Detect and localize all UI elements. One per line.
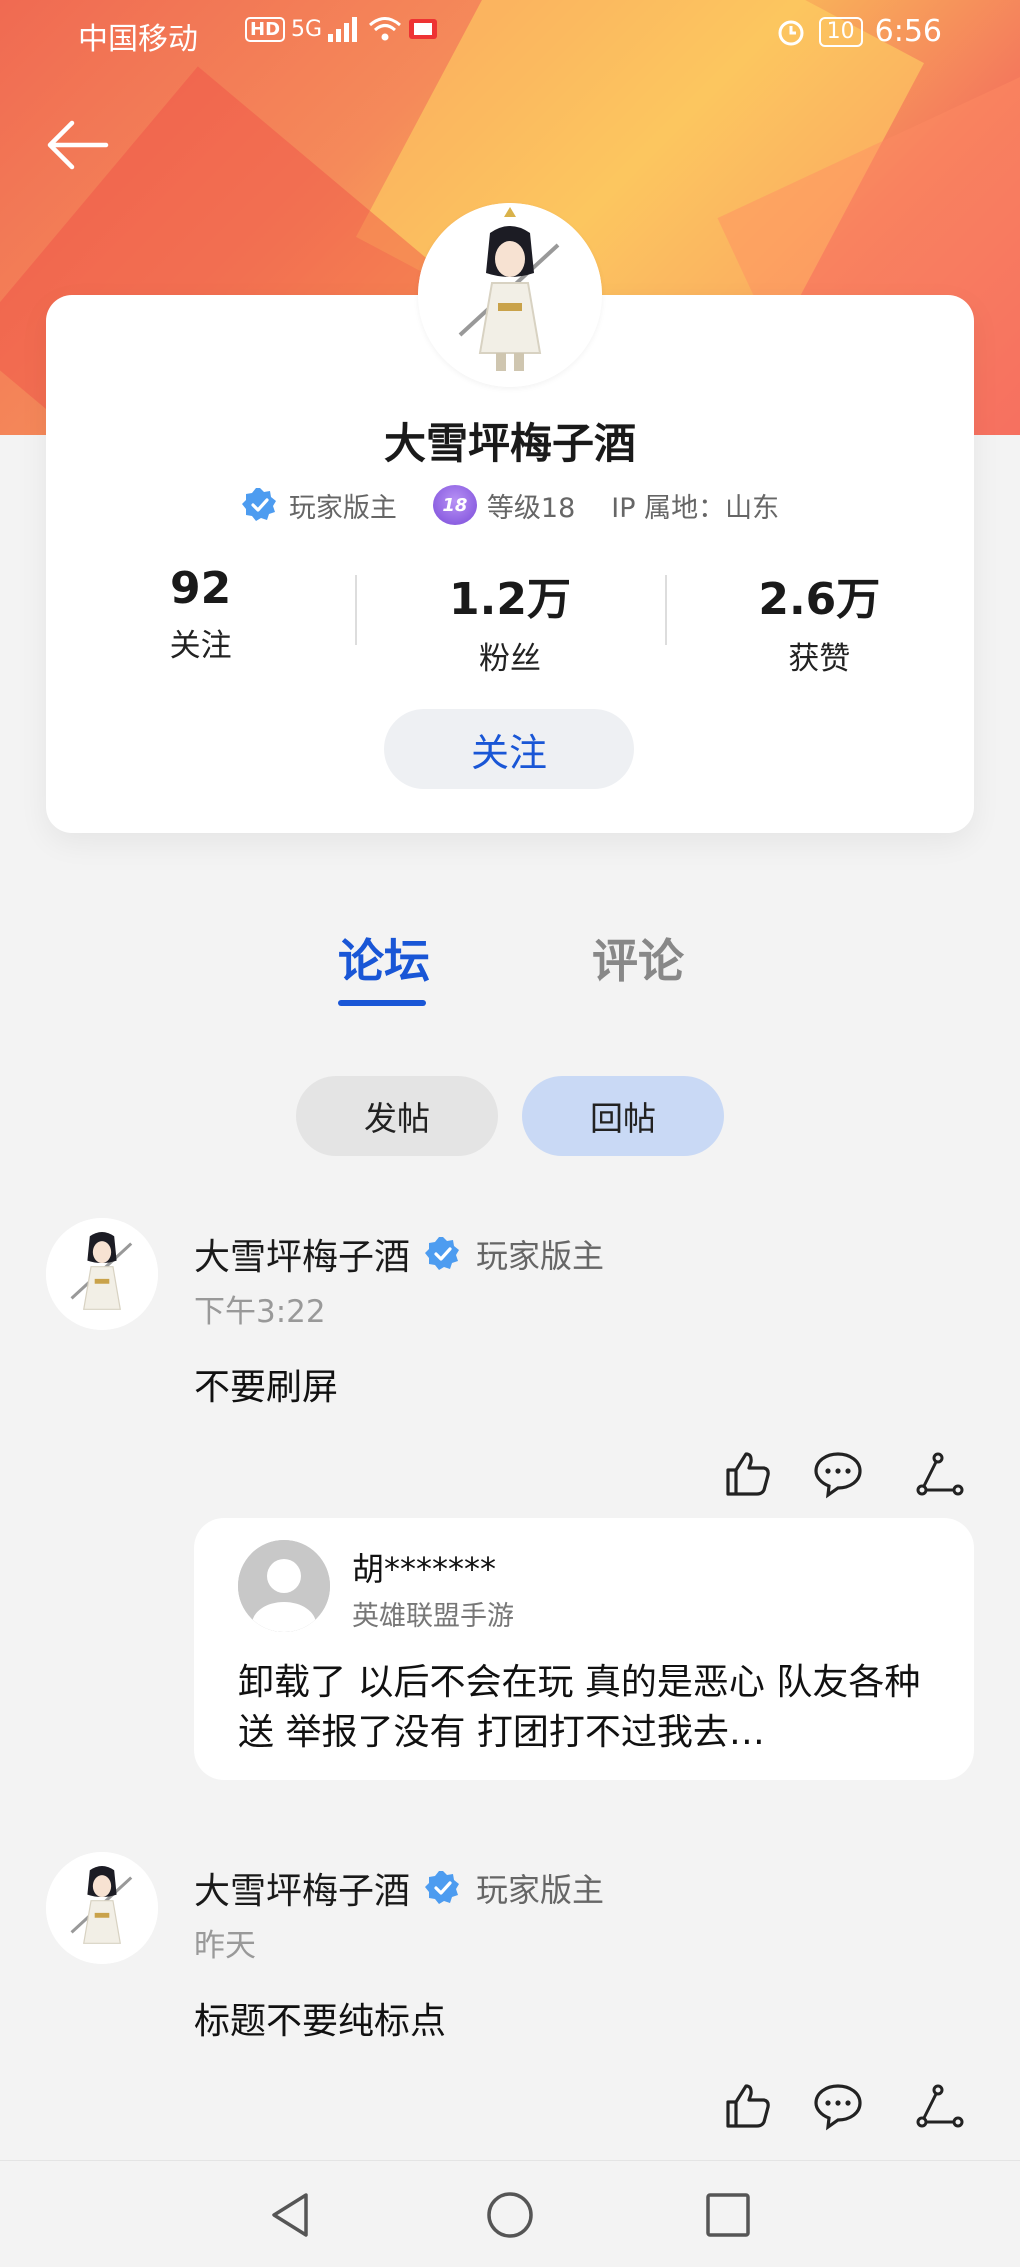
book-icon [409,19,438,39]
post-author[interactable]: 大雪坪梅子酒 [194,1862,410,1914]
post-avatar[interactable] [46,1852,158,1964]
stat-value: 2.6万 [758,574,881,625]
profile-meta: 玩家版主 18 等级18 IP 属地：山东 [46,485,974,525]
carrier-label: 中国移动 [78,22,198,57]
stat-label: 粉丝 [478,641,541,677]
subtab-posts[interactable]: 发帖 [296,1076,498,1156]
stat-value: 1.2万 [449,574,571,625]
quote-avatar[interactable] [238,1540,330,1632]
tab-underline [338,1000,426,1006]
character-avatar-icon [418,203,602,387]
alarm-icon [778,20,804,45]
verified-icon [241,488,276,521]
post-content[interactable]: 标题不要纯标点 [194,1992,446,2044]
post-content[interactable]: 不要刷屏 [194,1358,338,1410]
stat-value: 92 [170,563,232,614]
wifi-icon [369,17,402,41]
hd-badge: HD [245,16,286,42]
post-author[interactable]: 大雪坪梅子酒 [194,1228,410,1280]
post-author-row: 大雪坪梅子酒 玩家版主 [194,1228,604,1280]
character-avatar-icon [46,1218,158,1330]
post-time: 昨天 [194,1928,256,1964]
post-author-role: 玩家版主 [476,1871,605,1909]
post-time: 下午3:22 [194,1294,326,1330]
profile-tabs: 论坛 评论 [0,925,1020,1015]
comment-icon[interactable] [812,2080,864,2132]
tab-forum[interactable]: 论坛 [338,925,430,991]
share-icon[interactable] [914,1448,966,1500]
quoted-post[interactable]: 胡******* 英雄联盟手游 卸载了 以后不会在玩 真的是恶心 队友各种送 举… [194,1518,974,1780]
nav-back-icon[interactable] [266,2189,318,2241]
network-label: 5G [291,16,323,42]
profile-username: 大雪坪梅子酒 [383,419,636,468]
nav-home-icon[interactable] [484,2189,536,2241]
signal-indicators: HD 5G [245,16,438,42]
battery-indicator: 10 [818,16,863,47]
signal-icon [328,17,358,42]
quote-author: 胡******* [352,1550,497,1588]
nav-recents-icon[interactable] [702,2189,754,2241]
subtab-replies[interactable]: 回帖 [522,1076,724,1156]
profile-stats: 92 关注 1.2万 粉丝 2.6万 获赞 [46,563,974,678]
post-author-row: 大雪坪梅子酒 玩家版主 [194,1862,604,1914]
system-nav-bar [0,2160,1020,2267]
stat-followers[interactable]: 1.2万 粉丝 [355,563,664,678]
post-author-role: 玩家版主 [476,1237,605,1275]
verified-icon [425,1237,460,1270]
post-avatar[interactable] [46,1218,158,1330]
stat-following[interactable]: 92 关注 [46,563,355,678]
stat-label: 关注 [169,628,232,664]
status-bar: 中国移动 HD 5G 10 6:56 [0,0,1020,70]
level-icon: 18 [432,485,477,525]
share-icon[interactable] [914,2080,966,2132]
quote-text: 卸载了 以后不会在玩 真的是恶心 队友各种送 举报了没有 打团打不过我去… [238,1662,921,1753]
verified-icon [425,1871,460,1904]
follow-button[interactable]: 关注 [384,709,634,789]
quote-source: 英雄联盟手游 [352,1601,514,1632]
default-avatar-icon [238,1540,330,1632]
comment-icon[interactable] [812,1448,864,1500]
like-icon[interactable] [722,1448,774,1500]
character-avatar-icon [46,1852,158,1964]
back-arrow-icon[interactable] [42,115,112,175]
profile-level: 等级18 [486,492,576,524]
profile-ip-location: IP 属地：山东 [611,492,780,524]
tab-comments[interactable]: 评论 [592,925,684,991]
profile-avatar[interactable] [418,203,602,387]
stat-likes: 2.6万 获赞 [664,563,974,678]
like-icon[interactable] [722,2080,774,2132]
clock: 6:56 [874,14,942,49]
profile-role: 玩家版主 [288,492,397,524]
stat-label: 获赞 [788,641,851,677]
